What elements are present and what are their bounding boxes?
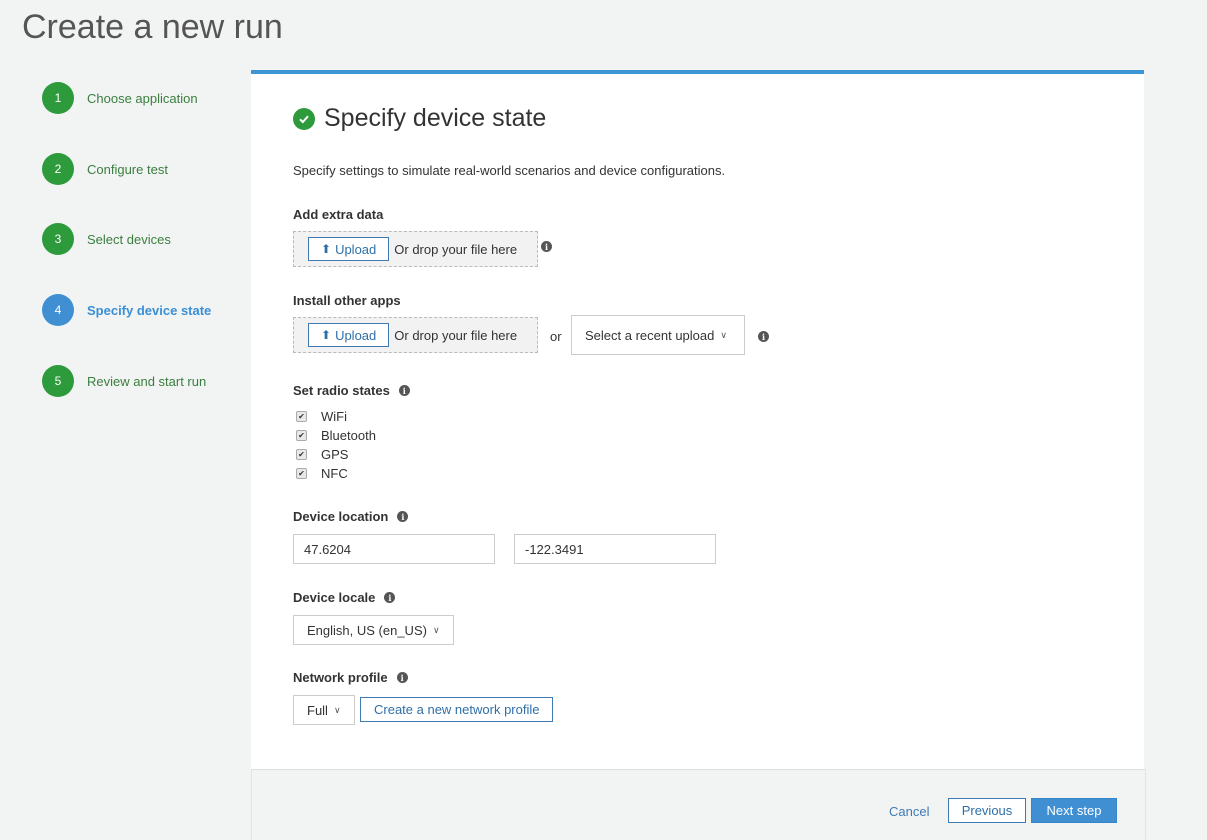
other-apps-label: Install other apps [293,293,401,308]
network-profile-select[interactable]: Full ∨ [293,695,355,725]
panel-description: Specify settings to simulate real-world … [293,163,726,178]
info-icon[interactable]: i [397,511,409,522]
check-circle-icon [293,107,315,130]
info-icon[interactable]: i [396,672,408,683]
checkbox-label: WiFi [321,409,347,424]
upload-button-label: Upload [335,327,377,343]
device-locale-label-text: Device locale [293,590,376,605]
device-location-label: Device location i [293,509,409,524]
recent-upload-select-value: Select a recent upload [585,327,715,343]
step-label: Choose application [87,90,198,106]
step-select-devices[interactable]: 3 Select devices [42,223,171,255]
upload-button-label: Upload [335,241,377,257]
previous-button[interactable]: Previous [948,798,1026,823]
step-number: 3 [42,223,74,255]
step-number: 5 [42,365,74,397]
longitude-input[interactable] [514,534,716,564]
info-icon[interactable]: i [758,331,769,342]
other-apps-label-text: Install other apps [293,293,401,308]
checkbox-label: GPS [321,447,349,462]
checkbox-checked-icon[interactable]: ✔ [296,430,307,441]
other-apps-dropzone[interactable]: ⬆︎ Upload Or drop your file here [293,317,538,353]
recent-upload-select[interactable]: Select a recent upload ∨ [571,315,745,355]
chevron-down-icon: ∨ [432,624,440,635]
network-profile-label: Network profile i [293,670,408,685]
gps-checkbox[interactable]: ✔ GPS [296,447,348,462]
device-locale-label: Device locale i [293,590,396,605]
other-apps-upload-button[interactable]: ⬆︎ Upload [308,323,390,347]
network-profile-label-text: Network profile [293,670,388,685]
latitude-input[interactable] [293,534,495,564]
extra-data-label-text: Add extra data [293,207,384,222]
step-number: 1 [42,82,74,114]
step-specify-device-state: 4 Specify device state [42,294,211,326]
checkbox-label: NFC [321,466,348,481]
page-title: Create a new run [22,8,283,46]
wifi-checkbox[interactable]: ✔ WiFi [296,409,347,424]
extra-data-label: Add extra data [293,207,383,222]
device-location-label-text: Device location [293,509,389,524]
chevron-down-icon: ∨ [720,329,727,340]
info-icon[interactable]: i [398,385,410,396]
drop-text: Or drop your file here [394,327,518,343]
step-choose-application[interactable]: 1 Choose application [42,82,198,114]
nfc-checkbox[interactable]: ✔ NFC [296,466,348,481]
info-icon[interactable]: i [384,592,396,603]
checkbox-checked-icon[interactable]: ✔ [296,468,307,479]
upload-icon: ⬆︎ [321,328,332,342]
step-number: 2 [42,153,74,185]
network-profile-value: Full [307,702,328,718]
step-configure-test[interactable]: 2 Configure test [42,153,168,185]
step-label: Specify device state [87,302,212,318]
info-icon[interactable]: i [541,241,552,252]
panel-header: Specify device state [293,104,546,133]
panel-title: Specify device state [324,104,547,132]
step-label: Select devices [87,231,171,247]
cancel-link[interactable]: Cancel [889,804,929,819]
device-state-panel: Specify device state Specify settings to… [251,70,1144,774]
create-network-profile-button[interactable]: Create a new network profile [360,697,554,722]
bluetooth-checkbox[interactable]: ✔ Bluetooth [296,428,376,443]
wizard-footer: Cancel Previous Next step [251,769,1146,840]
extra-data-upload-button[interactable]: ⬆︎ Upload [308,237,390,261]
step-review-and-start-run: 5 Review and start run [42,365,206,397]
drop-text: Or drop your file here [394,241,518,257]
checkbox-checked-icon[interactable]: ✔ [296,411,307,422]
chevron-down-icon: ∨ [333,704,341,715]
radio-states-label: Set radio states i [293,383,410,398]
radio-states-label-text: Set radio states [293,383,390,398]
upload-icon: ⬆︎ [321,242,332,256]
extra-data-dropzone[interactable]: ⬆︎ Upload Or drop your file here [293,231,538,267]
step-label: Review and start run [87,373,207,389]
device-locale-select[interactable]: English, US (en_US) ∨ [293,615,454,645]
step-label: Configure test [87,161,168,177]
checkbox-checked-icon[interactable]: ✔ [296,449,307,460]
or-text: or [550,329,562,344]
checkbox-label: Bluetooth [321,428,376,443]
next-step-button[interactable]: Next step [1031,798,1117,823]
step-number: 4 [42,294,74,326]
device-locale-value: English, US (en_US) [307,622,427,638]
